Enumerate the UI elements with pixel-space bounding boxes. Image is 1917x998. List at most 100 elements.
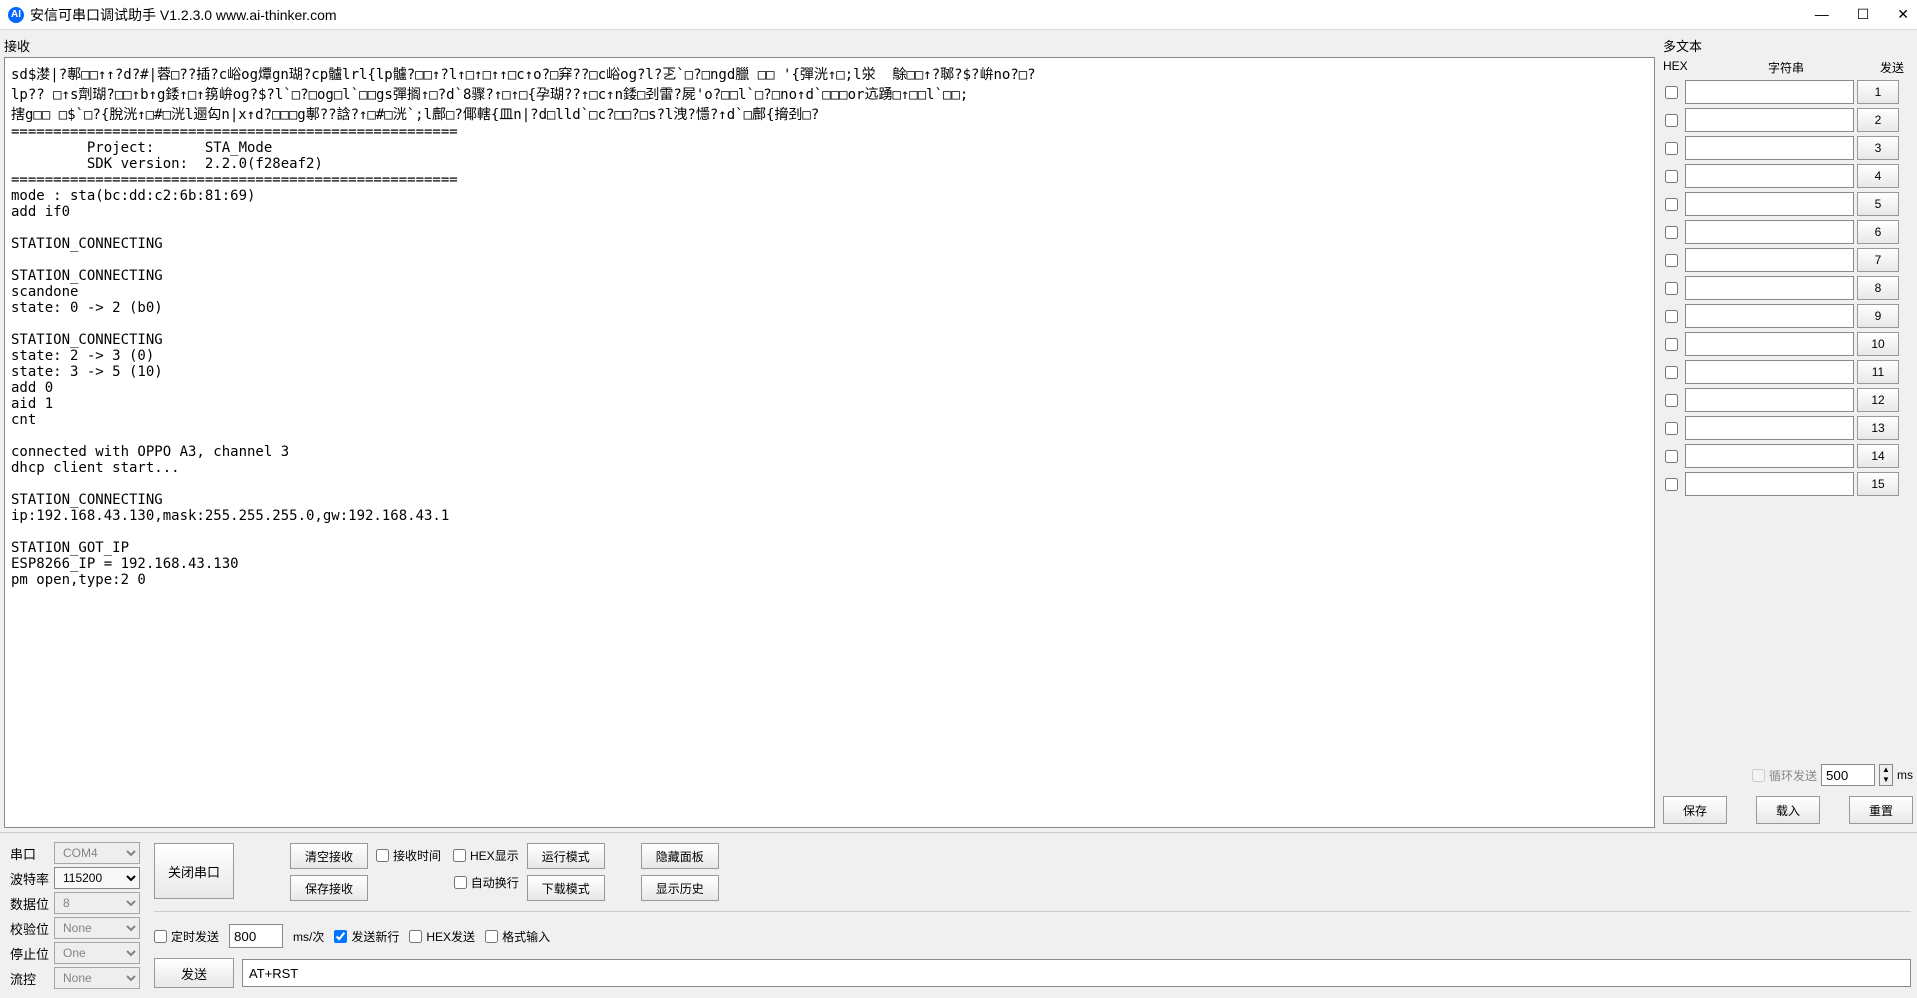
multitext-string-input[interactable] bbox=[1685, 304, 1854, 328]
multitext-send-button[interactable]: 13 bbox=[1857, 416, 1899, 440]
loop-interval-input[interactable] bbox=[1821, 764, 1875, 786]
multitext-send-button[interactable]: 12 bbox=[1857, 388, 1899, 412]
multitext-hex-checkbox[interactable] bbox=[1665, 198, 1678, 211]
scrollbar-track[interactable] bbox=[1899, 78, 1913, 756]
port-select[interactable]: COM4 bbox=[54, 842, 140, 864]
loop-unit-label: ms bbox=[1897, 768, 1913, 782]
multitext-string-input[interactable] bbox=[1685, 416, 1854, 440]
multitext-header-send: 发送 bbox=[1871, 59, 1913, 76]
send-button[interactable]: 发送 bbox=[154, 958, 234, 988]
baud-select[interactable]: 115200 bbox=[54, 867, 140, 889]
multitext-send-button[interactable]: 14 bbox=[1857, 444, 1899, 468]
multitext-row: 15 bbox=[1663, 470, 1899, 498]
maximize-button[interactable]: ☐ bbox=[1857, 6, 1870, 23]
multitext-hex-checkbox[interactable] bbox=[1665, 422, 1678, 435]
multitext-rows: 123456789101112131415 bbox=[1663, 78, 1913, 756]
timed-send-unit: ms/次 bbox=[293, 928, 324, 945]
multitext-hex-checkbox[interactable] bbox=[1665, 282, 1678, 295]
multitext-hex-checkbox[interactable] bbox=[1665, 114, 1678, 127]
auto-wrap-checkbox[interactable] bbox=[454, 876, 467, 889]
multitext-send-button[interactable]: 3 bbox=[1857, 136, 1899, 160]
minimize-button[interactable]: — bbox=[1815, 6, 1829, 23]
multitext-hex-checkbox[interactable] bbox=[1665, 450, 1678, 463]
multitext-hex-checkbox[interactable] bbox=[1665, 170, 1678, 183]
multitext-hex-checkbox[interactable] bbox=[1665, 226, 1678, 239]
multitext-send-button[interactable]: 1 bbox=[1857, 80, 1899, 104]
receive-label: 接收 bbox=[4, 34, 1655, 57]
multitext-hex-checkbox[interactable] bbox=[1665, 86, 1678, 99]
flowctrl-select[interactable]: None bbox=[54, 967, 140, 989]
close-serial-button[interactable]: 关闭串口 bbox=[154, 843, 234, 899]
close-button[interactable]: ✕ bbox=[1897, 6, 1909, 23]
multi-reset-button[interactable]: 重置 bbox=[1849, 796, 1913, 824]
download-mode-button[interactable]: 下载模式 bbox=[527, 875, 605, 901]
multitext-hex-checkbox[interactable] bbox=[1665, 394, 1678, 407]
multitext-string-input[interactable] bbox=[1685, 276, 1854, 300]
recv-time-checkbox[interactable] bbox=[376, 849, 389, 862]
multitext-row: 8 bbox=[1663, 274, 1899, 302]
multi-save-button[interactable]: 保存 bbox=[1663, 796, 1727, 824]
baud-label: 波特率 bbox=[10, 869, 54, 888]
multitext-row: 9 bbox=[1663, 302, 1899, 330]
multitext-string-input[interactable] bbox=[1685, 472, 1854, 496]
multitext-row: 5 bbox=[1663, 190, 1899, 218]
multitext-send-button[interactable]: 11 bbox=[1857, 360, 1899, 384]
multitext-hex-checkbox[interactable] bbox=[1665, 366, 1678, 379]
flowctrl-label: 流控 bbox=[10, 969, 54, 988]
multitext-send-button[interactable]: 5 bbox=[1857, 192, 1899, 216]
multitext-string-input[interactable] bbox=[1685, 220, 1854, 244]
multitext-hex-checkbox[interactable] bbox=[1665, 142, 1678, 155]
multitext-send-button[interactable]: 4 bbox=[1857, 164, 1899, 188]
multitext-string-input[interactable] bbox=[1685, 360, 1854, 384]
multitext-send-button[interactable]: 2 bbox=[1857, 108, 1899, 132]
multitext-string-input[interactable] bbox=[1685, 248, 1854, 272]
multitext-hex-checkbox[interactable] bbox=[1665, 254, 1678, 267]
multitext-row: 6 bbox=[1663, 218, 1899, 246]
databits-select[interactable]: 8 bbox=[54, 892, 140, 914]
multitext-row: 7 bbox=[1663, 246, 1899, 274]
multitext-send-button[interactable]: 10 bbox=[1857, 332, 1899, 356]
loop-send-label: 循环发送 bbox=[1769, 767, 1817, 784]
multitext-send-button[interactable]: 9 bbox=[1857, 304, 1899, 328]
multitext-string-input[interactable] bbox=[1685, 192, 1854, 216]
parity-select[interactable]: None bbox=[54, 917, 140, 939]
hex-send-checkbox[interactable] bbox=[409, 930, 422, 943]
app-logo-icon: AI bbox=[8, 7, 24, 23]
hex-display-checkbox[interactable] bbox=[453, 849, 466, 862]
stopbits-select[interactable]: One bbox=[54, 942, 140, 964]
hide-panel-button[interactable]: 隐藏面板 bbox=[641, 843, 719, 869]
multitext-row: 14 bbox=[1663, 442, 1899, 470]
multitext-string-input[interactable] bbox=[1685, 164, 1854, 188]
timed-send-interval-input[interactable] bbox=[229, 924, 283, 948]
timed-send-checkbox[interactable] bbox=[154, 930, 167, 943]
scrollbar-thumb[interactable] bbox=[1900, 79, 1912, 139]
multitext-label: 多文本 bbox=[1663, 34, 1913, 57]
show-history-button[interactable]: 显示历史 bbox=[641, 875, 719, 901]
multitext-hex-checkbox[interactable] bbox=[1665, 310, 1678, 323]
multitext-header: HEX 字符串 发送 bbox=[1663, 57, 1913, 78]
loop-interval-spinner[interactable]: ▲▼ bbox=[1879, 764, 1893, 786]
multitext-send-button[interactable]: 15 bbox=[1857, 472, 1899, 496]
send-newline-checkbox[interactable] bbox=[334, 930, 347, 943]
multitext-string-input[interactable] bbox=[1685, 80, 1854, 104]
multi-load-button[interactable]: 载入 bbox=[1756, 796, 1820, 824]
multitext-string-input[interactable] bbox=[1685, 136, 1854, 160]
multitext-string-input[interactable] bbox=[1685, 108, 1854, 132]
multitext-send-button[interactable]: 7 bbox=[1857, 248, 1899, 272]
multitext-string-input[interactable] bbox=[1685, 332, 1854, 356]
save-receive-button[interactable]: 保存接收 bbox=[290, 875, 368, 901]
multitext-string-input[interactable] bbox=[1685, 388, 1854, 412]
receive-textarea[interactable]: sd$漤|?鄟□□↑↑?d?#|蓉□??插?c峪og燂gn瑚?cp髗lrl{lp… bbox=[4, 57, 1655, 828]
multitext-hex-checkbox[interactable] bbox=[1665, 338, 1678, 351]
multitext-send-button[interactable]: 6 bbox=[1857, 220, 1899, 244]
window-title: 安信可串口调试助手 V1.2.3.0 www.ai-thinker.com bbox=[30, 5, 337, 25]
loop-send-checkbox[interactable] bbox=[1752, 769, 1765, 782]
multitext-string-input[interactable] bbox=[1685, 444, 1854, 468]
format-input-checkbox[interactable] bbox=[485, 930, 498, 943]
stopbits-label: 停止位 bbox=[10, 944, 54, 963]
multitext-hex-checkbox[interactable] bbox=[1665, 478, 1678, 491]
clear-receive-button[interactable]: 清空接收 bbox=[290, 843, 368, 869]
send-input[interactable] bbox=[242, 959, 1911, 987]
run-mode-button[interactable]: 运行模式 bbox=[527, 843, 605, 869]
multitext-send-button[interactable]: 8 bbox=[1857, 276, 1899, 300]
